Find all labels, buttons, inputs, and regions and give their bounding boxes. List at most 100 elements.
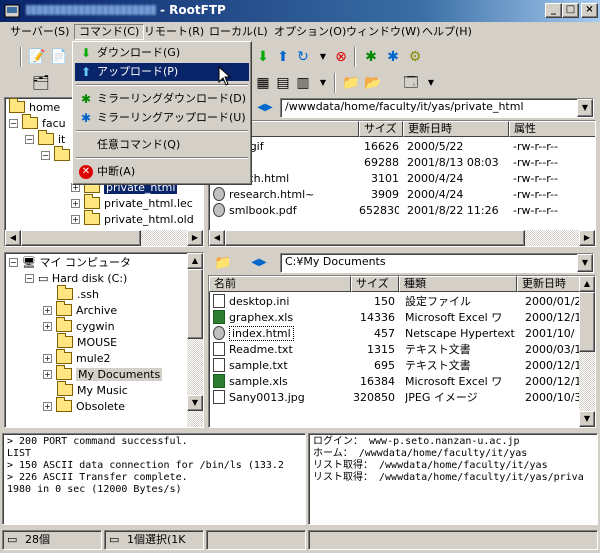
tree-item-home[interactable]: home bbox=[9, 98, 60, 116]
window-title: - RootFTP bbox=[160, 3, 226, 17]
stop-icon: ✕ bbox=[79, 165, 93, 179]
collapse-icon[interactable]: − bbox=[25, 135, 34, 144]
vertical-scrollbar[interactable]: ▲ ▼ bbox=[579, 276, 595, 427]
menu-help[interactable]: ヘルプ(H) bbox=[418, 24, 476, 40]
local-path-combo[interactable]: C:¥My Documents ▼ bbox=[280, 253, 594, 273]
chevron-down-icon[interactable]: ▼ bbox=[577, 99, 593, 117]
menu-server[interactable]: サーバー(S) bbox=[6, 24, 73, 40]
table-row[interactable]: desktop.ini 150 設定ファイル 2000/01/2 bbox=[209, 294, 581, 310]
expand-icon[interactable]: + bbox=[43, 354, 52, 363]
menu-separator bbox=[76, 157, 248, 159]
chevron-down-icon[interactable]: ▼ bbox=[577, 254, 593, 272]
tree-item-mouse[interactable]: MOUSE bbox=[57, 333, 117, 351]
remote-col-attr[interactable]: 属性 bbox=[509, 121, 595, 137]
table-row[interactable]: Readme.txt 1315 テキスト文書 2000/03/1 bbox=[209, 342, 581, 358]
expand-icon[interactable]: + bbox=[43, 402, 52, 411]
table-row[interactable]: cc.pdf 69288 2001/8/13 08:03 -rw-r--r-- bbox=[209, 155, 595, 171]
scroll-up-icon[interactable]: ▲ bbox=[187, 253, 203, 269]
expand-icon[interactable]: + bbox=[71, 199, 80, 208]
table-row[interactable]: anzan.gif 16626 2000/5/22 -rw-r--r-- bbox=[209, 139, 595, 155]
expand-icon[interactable]: + bbox=[71, 215, 80, 224]
menu-command[interactable]: コマンド(C) bbox=[74, 24, 145, 40]
table-row[interactable]: sample.xls 16384 Microsoft Excel ワ 2000/… bbox=[209, 374, 581, 390]
refresh-icon[interactable]: ↻ bbox=[292, 46, 314, 68]
minimize-button[interactable]: _ bbox=[545, 3, 562, 18]
tree-item-my-music[interactable]: My Music bbox=[57, 381, 128, 399]
local-col-type[interactable]: 種類 bbox=[399, 276, 517, 292]
scroll-left-icon[interactable]: ◀ bbox=[209, 230, 225, 246]
scroll-thumb[interactable] bbox=[21, 230, 141, 246]
collapse-icon[interactable]: − bbox=[9, 258, 18, 267]
table-row[interactable]: index.html 457 Netscape Hypertext... 200… bbox=[209, 326, 579, 342]
mirror-download-icon[interactable]: ✱ bbox=[360, 46, 382, 68]
menu-remote[interactable]: リモート(R) bbox=[140, 24, 208, 40]
menu-local[interactable]: ローカル(L) bbox=[205, 24, 272, 40]
connect-icon[interactable]: 📝 bbox=[26, 46, 48, 68]
parent-folder-icon[interactable]: 📁 bbox=[212, 252, 234, 274]
expand-icon[interactable]: + bbox=[43, 370, 52, 379]
local-col-size[interactable]: サイズ bbox=[351, 276, 399, 292]
title-bar: - RootFTP _ □ × bbox=[0, 0, 600, 22]
expand-icon[interactable]: + bbox=[43, 322, 52, 331]
collapse-icon[interactable]: − bbox=[9, 119, 18, 128]
tree-item-my-computer[interactable]: − 🖥 マイ コンピュータ bbox=[9, 255, 131, 271]
menu-item-mirror-upload[interactable]: ✱ ミラーリングアップロード(U) bbox=[75, 109, 249, 127]
table-row[interactable]: research.html 3101 2000/4/24 -rw-r--r-- bbox=[209, 171, 595, 187]
tree-item-hard-disk[interactable]: − ▭ Hard disk (C:) bbox=[25, 271, 127, 287]
maximize-button[interactable]: □ bbox=[562, 3, 579, 18]
close-button[interactable]: × bbox=[581, 3, 598, 18]
tree-item-obsolete[interactable]: + Obsolete bbox=[43, 397, 125, 415]
menu-item-mirror-download[interactable]: ✱ ミラーリングダウンロード(D) bbox=[75, 90, 249, 108]
remote-path-combo[interactable]: /wwwdata/home/faculty/it/yas/private_htm… bbox=[280, 98, 594, 118]
remote-col-size[interactable]: サイズ bbox=[359, 121, 403, 137]
collapse-icon[interactable]: − bbox=[41, 151, 50, 160]
mirror-upload-icon[interactable]: ✱ bbox=[382, 46, 404, 68]
new-folder-icon[interactable]: 📁 bbox=[340, 72, 362, 94]
sync-icon[interactable]: ⚙ bbox=[404, 46, 426, 68]
view-icon[interactable]: ▦ bbox=[252, 72, 274, 94]
scroll-right-icon[interactable]: ▶ bbox=[187, 230, 203, 246]
horizontal-scrollbar[interactable]: ◀ ▶ bbox=[209, 230, 595, 246]
table-row[interactable]: smlbook.pdf 652830 2001/8/22 11:26 -rw-r… bbox=[209, 203, 595, 219]
menu-item-custom-command[interactable]: 任意コマンド(Q) bbox=[75, 136, 249, 154]
tree-item-cygwin[interactable]: + cygwin bbox=[43, 317, 115, 335]
disconnect-icon[interactable]: 📄 bbox=[48, 46, 70, 68]
table-row[interactable]: Sany0013.jpg 320850 JPEG イメージ 2000/10/3 bbox=[209, 390, 581, 406]
scroll-left-icon[interactable]: ◀ bbox=[5, 230, 21, 246]
remote-col-date[interactable]: 更新日時 bbox=[403, 121, 509, 137]
local-col-name[interactable]: 名前 bbox=[209, 276, 351, 292]
menu-item-download[interactable]: ⬇ ダウンロード(G) bbox=[75, 44, 249, 62]
tree-item-archive[interactable]: + Archive bbox=[43, 301, 117, 319]
menu-options[interactable]: オプション(O) bbox=[270, 24, 350, 40]
scroll-right-icon[interactable]: ▶ bbox=[579, 230, 595, 246]
scroll-thumb[interactable] bbox=[225, 230, 525, 246]
table-row[interactable]: research.html~ 3909 2000/4/24 -rw-r--r-- bbox=[209, 187, 595, 203]
scroll-up-icon[interactable]: ▲ bbox=[579, 276, 595, 292]
scroll-down-icon[interactable]: ▼ bbox=[187, 395, 203, 411]
view-list-icon[interactable]: ▤ bbox=[272, 72, 294, 94]
view-details-icon[interactable]: ▥ bbox=[292, 72, 314, 94]
vertical-scrollbar[interactable]: ▲ ▼ bbox=[187, 253, 203, 427]
horizontal-scrollbar[interactable]: ◀ ▶ bbox=[5, 230, 203, 246]
folder-options-icon[interactable]: 📂 bbox=[362, 72, 384, 94]
window-icon[interactable]: 🗔 bbox=[400, 72, 422, 94]
scroll-down-icon[interactable]: ▼ bbox=[579, 411, 595, 427]
back-icon[interactable]: ◀▶ bbox=[254, 97, 276, 119]
scroll-thumb[interactable] bbox=[579, 292, 595, 352]
server-list-icon[interactable]: 🗂 bbox=[30, 72, 52, 94]
download-icon[interactable]: ⬇ bbox=[252, 46, 274, 68]
expand-icon[interactable]: + bbox=[43, 306, 52, 315]
table-row[interactable]: sample.txt 695 テキスト文書 2000/12/1 bbox=[209, 358, 581, 374]
upload-icon[interactable]: ⬆ bbox=[272, 46, 294, 68]
window-dropdown-icon[interactable]: ▼ bbox=[420, 72, 442, 94]
scroll-thumb[interactable] bbox=[187, 269, 203, 339]
view-dropdown-icon[interactable]: ▼ bbox=[312, 72, 334, 94]
stop-icon[interactable]: ⊗ bbox=[330, 46, 352, 68]
tree-item-mule2[interactable]: + mule2 bbox=[43, 349, 111, 367]
menu-item-abort[interactable]: ✕ 中断(A) bbox=[75, 163, 249, 181]
tree-item-private-html-old[interactable]: + private_html.old bbox=[71, 210, 194, 228]
menu-window[interactable]: ウィンドウ(W) bbox=[342, 24, 424, 40]
collapse-icon[interactable]: − bbox=[25, 274, 34, 283]
table-row[interactable]: graphex.xls 14336 Microsoft Excel ワ 2000… bbox=[209, 310, 581, 326]
back-icon[interactable]: ◀▶ bbox=[248, 252, 270, 274]
